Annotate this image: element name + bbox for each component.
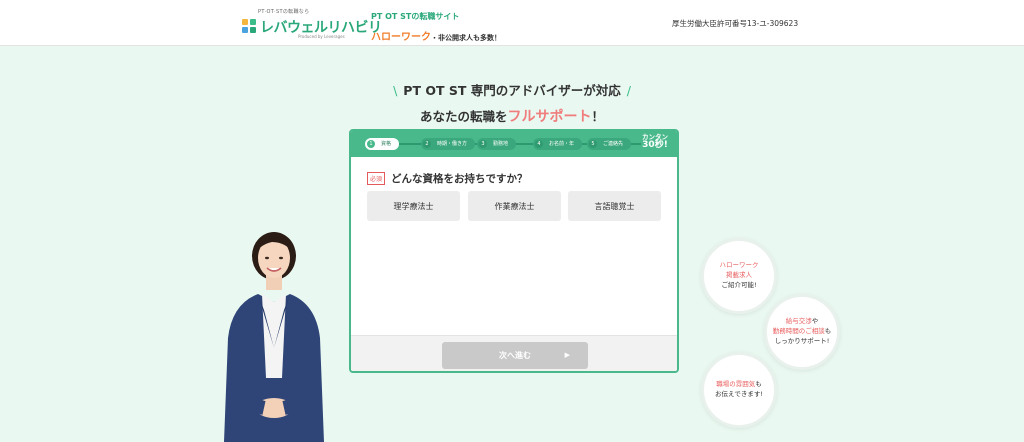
step-label: 時期・働き方 <box>437 141 468 147</box>
feature-bubble-hellowork: ハローワーク 掲載求人 ご紹介可能! <box>701 238 777 314</box>
bubble2-line1a: 給与交渉 <box>785 317 812 326</box>
choice-physical-therapist[interactable]: 理学療法士 <box>367 191 460 221</box>
question: 必須 どんな資格をお持ちですか？ <box>367 171 528 186</box>
required-badge: 必須 <box>367 172 386 185</box>
next-button[interactable]: 次へ進む ▶ <box>442 342 588 369</box>
quick-badge: カンタン 30秒! <box>639 134 671 150</box>
question-text: どんな資格をお持ちですか？ <box>391 173 528 185</box>
bubble3-line1: 職場の雰囲気も <box>716 380 762 390</box>
step-4: 4 お名前・年 <box>533 138 583 150</box>
site-header: PT·OT·STの転職なら レバウェルリハビリ Produced by Leve… <box>0 0 1024 46</box>
headline-line1-text: PT OT ST 専門のアドバイザーが対応 <box>403 83 621 98</box>
bubble3-line1b: も <box>755 380 762 389</box>
feature-bubble-atmosphere: 職場の雰囲気も お伝えできます! <box>701 352 777 428</box>
step-2: 2 時期・働き方 <box>421 138 476 150</box>
step-number: 2 <box>423 140 431 148</box>
step-label: 資格 <box>381 141 392 147</box>
step-number: 1 <box>367 140 375 148</box>
logo-mark-icon <box>242 19 257 34</box>
bubble2-line2b: も <box>824 327 832 336</box>
promo-rest: ・非公開求人も多数！ <box>431 34 501 42</box>
advisor-photo <box>224 232 324 442</box>
headline-line1: \ PT OT ST 専門のアドバイザーが対応 / <box>0 80 1024 99</box>
promo-hellowork: ハローワーク <box>371 32 431 43</box>
headline-line2: あなたの転職をフルサポート！ <box>0 106 1024 126</box>
next-button-label: 次へ進む <box>499 351 531 360</box>
step-5: 5 ご連絡先 <box>587 138 632 150</box>
step-number: 3 <box>479 140 487 148</box>
bubble2-line3: しっかりサポート! <box>774 336 830 345</box>
registration-form: 1 資格 2 時期・働き方 3 勤務地 4 お名前・年 5 ご連絡先 カンタン 30秒! … <box>349 129 679 373</box>
bubble2-line2a: 勤務時間のご相談 <box>772 327 825 336</box>
bubble1-line2: 掲載求人 <box>726 271 752 280</box>
promo-subtitle: ハローワーク・非公開求人も多数！ <box>371 25 501 44</box>
slash-left-icon: \ <box>393 83 398 98</box>
step-progress-bar: 1 資格 2 時期・働き方 3 勤務地 4 お名前・年 5 ご連絡先 カンタン 30秒! <box>351 131 677 157</box>
arrow-right-icon: ▶ <box>564 351 570 359</box>
bubble2-line2: 勤務時間のご相談も <box>773 327 832 337</box>
bubble2-line1: 給与交渉や <box>786 317 819 327</box>
license-number: 厚生労働大臣許可番号13-ユ-309623 <box>672 19 799 28</box>
promo-title: PT OT STの転職サイト <box>371 12 460 21</box>
step-number: 5 <box>589 140 597 148</box>
headline-line2-post: ！ <box>591 109 605 124</box>
header-promo: PT OT STの転職サイト ハローワーク・非公開求人も多数！ <box>371 11 501 44</box>
step-1: 1 資格 <box>365 138 400 150</box>
step-3: 3 勤務地 <box>477 138 517 150</box>
feature-bubble-salary: 給与交渉や 勤務時間のご相談も しっかりサポート! <box>764 294 840 370</box>
form-footer: 次へ進む ▶ <box>351 335 677 371</box>
headline-line2-pre: あなたの転職を <box>419 109 508 124</box>
bubble1-line3: ご紹介可能! <box>721 280 757 289</box>
step-label: お名前・年 <box>549 141 575 147</box>
bubble2-line1b: や <box>811 317 819 326</box>
step-label: 勤務地 <box>493 141 509 147</box>
bubble3-line1a: 職場の雰囲気 <box>716 380 756 389</box>
bubble1-line1: ハローワーク <box>719 261 759 270</box>
choice-speech-therapist[interactable]: 言語聴覚士 <box>568 191 661 221</box>
choice-occupational-therapist[interactable]: 作業療法士 <box>468 191 561 221</box>
bubble3-line2: お伝えできます! <box>715 390 763 398</box>
logo-tagline: PT·OT·STの転職なら <box>258 9 310 15</box>
step-number: 4 <box>535 140 543 148</box>
quick-line2: 30秒! <box>642 139 668 150</box>
headline-accent: フルサポート <box>507 109 592 125</box>
logo-sub: Produced by Leverages <box>298 34 345 39</box>
step-label: ご連絡先 <box>603 141 624 147</box>
page-headline: \ PT OT ST 専門のアドバイザーが対応 / あなたの転職をフルサポート！ <box>0 80 1024 126</box>
site-logo[interactable]: PT·OT·STの転職なら レバウェルリハビリ Produced by Leve… <box>242 8 382 40</box>
slash-right-icon: / <box>626 83 631 98</box>
